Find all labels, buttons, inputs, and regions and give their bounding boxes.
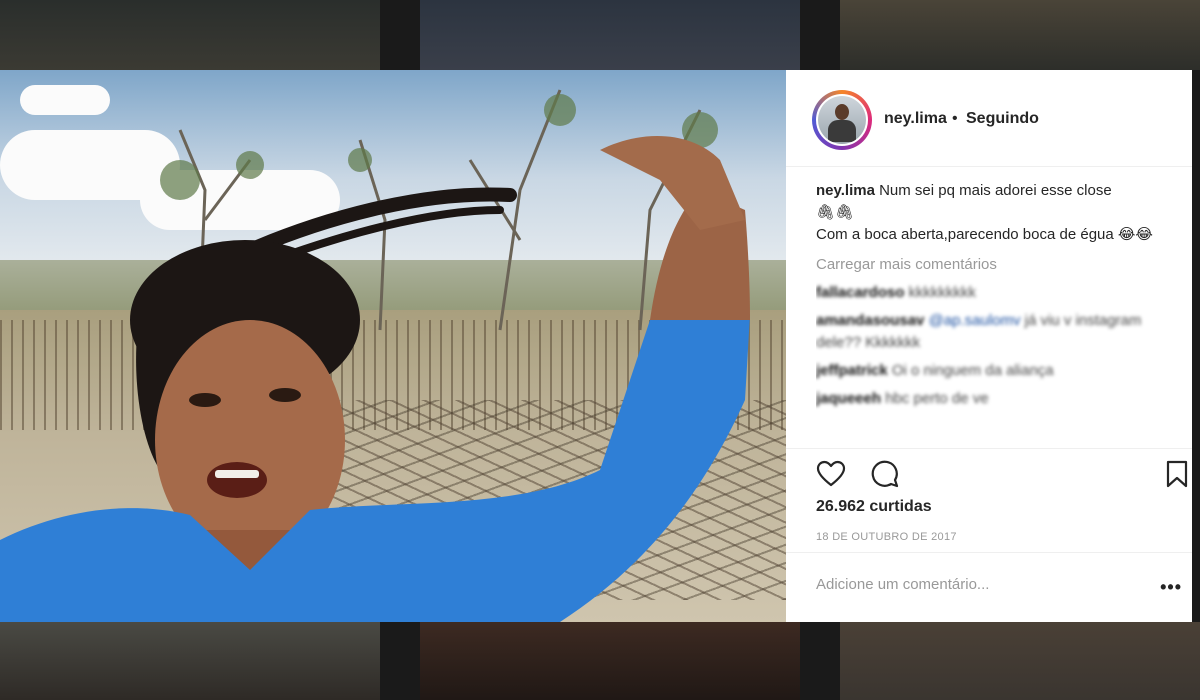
add-comment-bar: ••• [786, 552, 1192, 623]
comment-item: fallacardoso kkkkkkkkk [816, 282, 1176, 304]
avatar-image [816, 94, 868, 146]
avatar[interactable] [812, 90, 872, 150]
post-photo[interactable] [0, 70, 786, 622]
likes-count[interactable]: 26.962 curtidas [816, 498, 932, 516]
comments-section[interactable]: ney.lima Num sei pq mais adorei esse clo… [816, 180, 1176, 444]
caption-username[interactable]: ney.lima [816, 182, 875, 199]
caption: ney.lima Num sei pq mais adorei esse clo… [816, 180, 1176, 246]
action-bar [786, 448, 1192, 495]
comment-icon[interactable] [870, 459, 900, 489]
post-side-panel: ney.lima • Seguindo ney.lima Num sei pq … [786, 70, 1192, 622]
comment-username[interactable]: amandasousav [816, 312, 924, 329]
comment-item: amandasousav @ap.saulomv já viu v instag… [816, 310, 1176, 354]
separator-dot: • [952, 110, 958, 127]
bookmark-icon[interactable] [1162, 459, 1192, 489]
post-header: ney.lima • Seguindo [786, 70, 1192, 167]
caption-text-line1: Num sei pq mais adorei esse close [879, 182, 1112, 199]
background-thumbnail-5 [420, 622, 800, 700]
caption-emoji: 🖇🖇 [816, 204, 855, 221]
comment-item: jaqueeeh hbc perto de ve [816, 388, 1176, 410]
comment-username[interactable]: jaqueeeh [816, 390, 881, 407]
comment-text: hbc perto de ve [885, 390, 989, 407]
follow-status-button[interactable]: Seguindo [966, 110, 1039, 128]
load-more-comments-link[interactable]: Carregar mais comentários [816, 254, 1176, 276]
comment-item: jeffpatrick Oi o ninguem da aliança [816, 360, 1176, 382]
background-thumbnail-6 [840, 622, 1200, 700]
background-thumbnail-2 [420, 0, 800, 70]
header-username[interactable]: ney.lima [884, 110, 947, 128]
add-comment-input[interactable] [814, 575, 1118, 594]
post-date[interactable]: 18 DE OUTUBRO DE 2017 [816, 531, 957, 543]
post-modal: ney.lima • Seguindo ney.lima Num sei pq … [0, 70, 1192, 622]
comment-text: kkkkkkkkk [908, 284, 977, 301]
background-thumbnail-4 [0, 622, 380, 700]
heart-icon[interactable] [816, 459, 846, 489]
caption-text-line2: Com a boca aberta,parecendo boca de égua… [816, 226, 1153, 243]
comment-username[interactable]: fallacardoso [816, 284, 904, 301]
comment-mention[interactable]: @ap.saulomv [929, 312, 1021, 329]
background-thumbnail-3 [840, 0, 1200, 70]
background-thumbnail-1 [0, 0, 380, 70]
photo-person [0, 89, 750, 622]
comment-username[interactable]: jeffpatrick [816, 362, 888, 379]
more-options-icon[interactable]: ••• [1160, 577, 1182, 598]
comment-text: Oi o ninguem da aliança [891, 362, 1054, 379]
